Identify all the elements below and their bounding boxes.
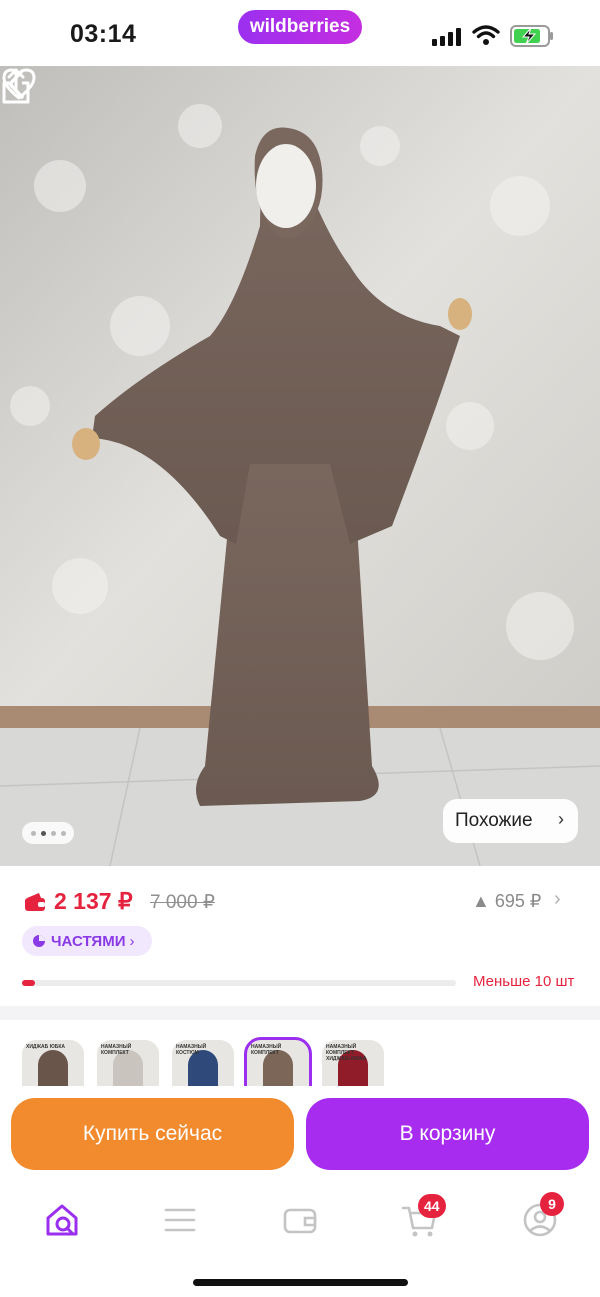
buy-now-button[interactable]: Купить сейчас [11, 1098, 294, 1170]
installments-label: ЧАСТЯМИ [51, 932, 126, 950]
variant-figure [38, 1050, 68, 1090]
wallet-tab-icon[interactable] [280, 1200, 320, 1240]
catalog-menu-icon[interactable] [160, 1200, 200, 1240]
gallery-dot [30, 830, 36, 836]
similar-label: Похожие [455, 810, 533, 831]
triangle-up-icon: ▲ [472, 891, 490, 911]
battery-icon [510, 25, 553, 47]
status-bar: 03:14 wildberries [0, 0, 600, 66]
variant-thumbnail-selected[interactable]: НАМАЗНЫЙ КОМПЛЕКТ [244, 1037, 312, 1090]
gallery-dot [60, 830, 66, 836]
similar-products-button[interactable]: Похожие › [443, 799, 578, 843]
variant-selector: ХИДЖАБ ЮБКА НАМАЗНЫЙ КОМПЛЕКТ НАМАЗНЫЙ КОС… [0, 1020, 600, 1090]
variant-caption: НАМАЗНЫЙ КОМПЛЕКТ ХИДЖАБ+ЮБКА [326, 1044, 367, 1062]
home-search-icon[interactable] [42, 1200, 82, 1240]
gallery-pagination[interactable] [22, 822, 74, 844]
bottom-tab-bar: 44 9 [0, 1182, 600, 1297]
variant-thumbnail[interactable]: НАМАЗНЫЙ КОМПЛЕКТ [97, 1040, 159, 1090]
product-image[interactable]: Похожие › [0, 66, 600, 866]
current-price: 2 137 ₽ [54, 888, 133, 914]
stock-progress-fill [22, 980, 36, 986]
variant-figure [188, 1050, 218, 1090]
variant-caption: НАМАЗНЫЙ КОСТЮМ [176, 1044, 207, 1056]
wallet-icon [25, 893, 45, 911]
cart-badge: 44 [418, 1194, 446, 1218]
chevron-right-icon[interactable]: › [554, 888, 561, 911]
variant-figure [263, 1050, 293, 1090]
add-to-cart-button[interactable]: В корзину [306, 1098, 589, 1170]
profile-badge: 9 [540, 1192, 564, 1216]
section-divider [0, 1006, 600, 1020]
pie-chart-icon [33, 935, 45, 947]
status-time: 03:14 [70, 20, 137, 48]
wifi-icon [472, 25, 500, 45]
brand-logo: wildberries [238, 10, 362, 44]
chevron-right-icon: › [558, 809, 564, 829]
stock-progress-bar [22, 980, 456, 986]
gallery-dot-active [40, 830, 46, 836]
home-indicator [193, 1279, 408, 1286]
gallery-dot [50, 830, 56, 836]
variant-caption: ХИДЖАБ ЮБКА [26, 1044, 66, 1050]
installments-chip[interactable]: ЧАСТЯМИ › [22, 926, 152, 956]
cellular-signal-icon [432, 28, 464, 46]
variant-caption: НАМАЗНЫЙ КОМПЛЕКТ [101, 1044, 132, 1056]
price-increase[interactable]: ▲ 695 ₽ [472, 891, 541, 912]
chevron-right-icon: › [129, 932, 135, 950]
variant-caption: НАМАЗНЫЙ КОМПЛЕКТ [251, 1044, 282, 1056]
variant-figure [113, 1050, 143, 1090]
stock-status: Меньше 10 шт [473, 973, 575, 990]
price-card: 2 137 ₽ 7 000 ₽ ▲ 695 ₽ › ЧАСТЯМИ › Мень… [0, 866, 600, 1006]
variant-thumbnail[interactable]: ХИДЖАБ ЮБКА [22, 1040, 84, 1090]
action-bar: Купить сейчас В корзину [0, 1086, 600, 1182]
old-price: 7 000 ₽ [150, 892, 215, 913]
variant-thumbnail[interactable]: НАМАЗНЫЙ КОСТЮМ [172, 1040, 234, 1090]
product-photo [0, 66, 600, 866]
share-icon[interactable] [0, 66, 32, 106]
price-increase-value: 695 ₽ [494, 891, 542, 911]
variant-thumbnail[interactable]: НАМАЗНЫЙ КОМПЛЕКТ ХИДЖАБ+ЮБКА [322, 1040, 384, 1090]
